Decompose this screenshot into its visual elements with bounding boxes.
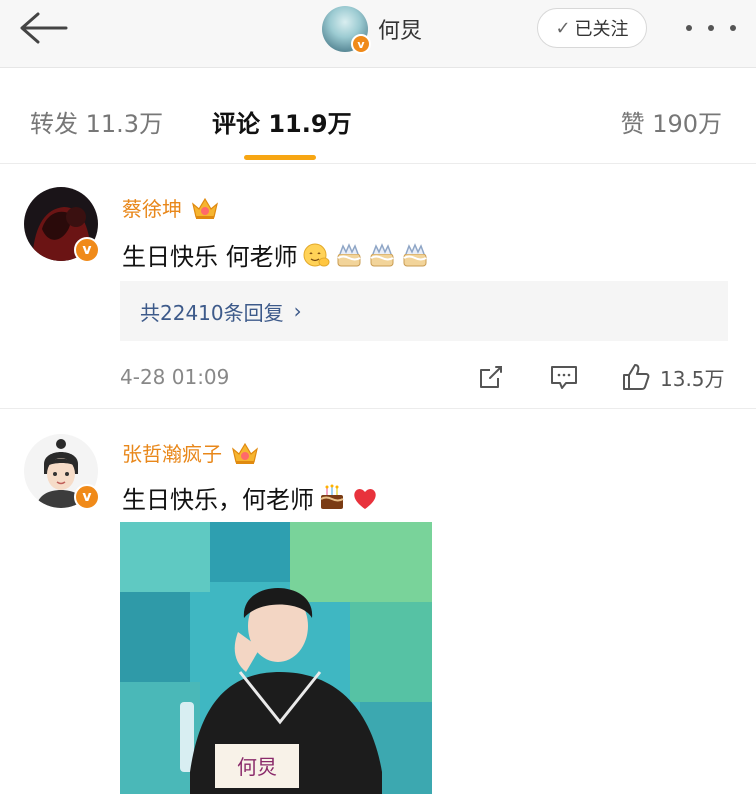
comment-username[interactable]: 蔡徐坤: [122, 193, 182, 222]
share-icon: [480, 366, 502, 388]
crown-badge-icon: [232, 442, 258, 464]
back-button[interactable]: [18, 10, 70, 46]
heart-emoji-icon: [354, 488, 376, 509]
reply-button[interactable]: [548, 361, 580, 393]
tab-comment[interactable]: 评论 11.9万: [212, 104, 352, 139]
comment-text-row: 生日快乐，何老师: [122, 480, 380, 515]
image-caption: 何炅: [237, 755, 277, 779]
comment-image[interactable]: 何炅: [120, 522, 432, 794]
like-button[interactable]: 13.5万: [620, 361, 725, 393]
cake-emoji-icon: [370, 242, 394, 266]
follow-label: 已关注: [574, 19, 629, 40]
check-icon: ✓: [555, 17, 571, 39]
back-arrow-icon: [20, 12, 68, 44]
verified-badge-icon: v: [74, 484, 100, 510]
tab-bar: 转发 11.3万 评论 11.9万 赞 190万: [0, 68, 756, 164]
comment-item: v 张哲瀚疯子 生日快乐，何老师 何炅: [0, 410, 756, 794]
verified-badge-icon: v: [74, 237, 100, 263]
header-avatar[interactable]: v: [322, 6, 371, 54]
follow-button[interactable]: ✓ 已关注: [537, 8, 647, 48]
replies-count-label: 共22410条回复: [140, 300, 284, 325]
verified-badge-icon: v: [351, 34, 371, 54]
hug-emoji-icon: [303, 243, 330, 266]
comment-item: v 蔡徐坤 生日快乐 何老师 共22410条回复 › 4-28 01:09 13…: [0, 165, 756, 409]
more-options-icon[interactable]: [686, 16, 736, 40]
cake-emoji-icon: [403, 242, 427, 266]
cake-emoji-icon: [337, 242, 361, 266]
comment-text: 生日快乐 何老师: [122, 243, 298, 271]
comment-username-row: 张哲瀚疯子: [122, 438, 260, 467]
page-title-group[interactable]: v 何炅: [322, 4, 422, 54]
comment-text: 生日快乐，何老师: [122, 486, 314, 514]
tab-like[interactable]: 赞 190万: [621, 104, 722, 139]
avatar[interactable]: v: [24, 187, 100, 263]
comment-icon: [551, 366, 577, 389]
comment-username[interactable]: 张哲瀚疯子: [122, 438, 222, 467]
comment-actions: 13.5万: [0, 361, 756, 393]
view-replies-button[interactable]: 共22410条回复 ›: [120, 281, 728, 341]
crown-badge-icon: [192, 197, 218, 219]
avatar[interactable]: v: [24, 434, 100, 510]
share-button[interactable]: [476, 361, 506, 393]
thumbs-up-icon: [623, 364, 650, 390]
cake-emoji-icon: [320, 484, 344, 509]
like-count: 13.5万: [660, 366, 725, 391]
tab-repost[interactable]: 转发 11.3万: [30, 104, 163, 139]
comment-text-row: 生日快乐 何老师: [122, 237, 430, 272]
comment-username-row: 蔡徐坤: [122, 193, 220, 222]
top-bar: v 何炅 ✓ 已关注: [0, 0, 756, 68]
active-tab-indicator: [244, 155, 316, 160]
chevron-right-icon: ›: [293, 299, 302, 323]
page-title: 何炅: [378, 19, 423, 44]
